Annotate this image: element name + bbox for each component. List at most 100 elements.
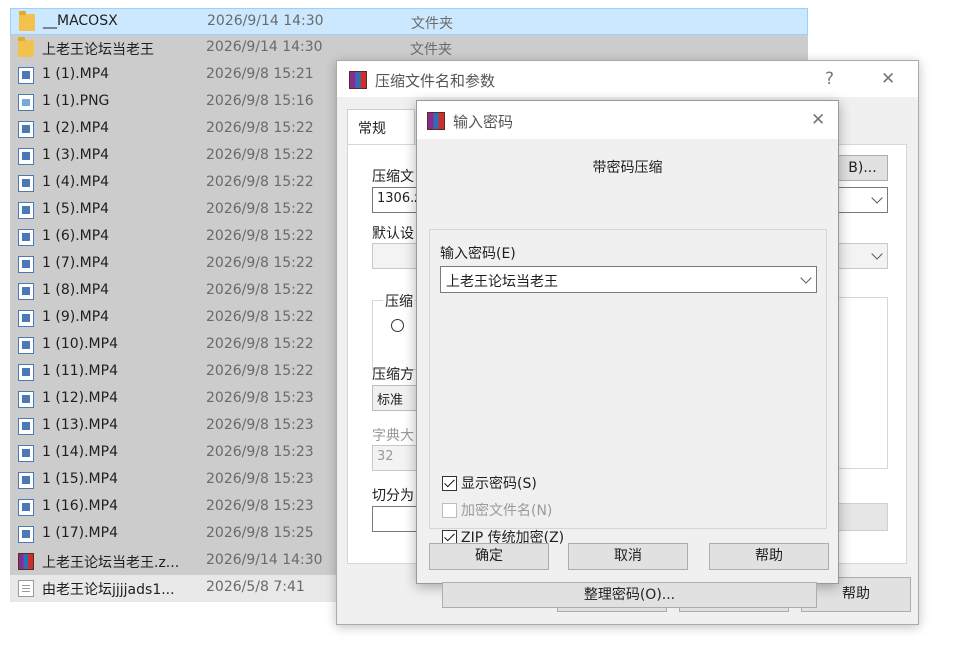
archive-help-label: 帮助 bbox=[842, 586, 870, 602]
password-dialog-titlebar[interactable]: 输入密码 ✕ bbox=[417, 101, 838, 139]
dictionary-size-label: 字典大 bbox=[372, 428, 414, 444]
file-date: 2026/9/8 15:23 bbox=[206, 417, 314, 433]
file-date: 2026/9/8 15:23 bbox=[206, 444, 314, 460]
winrar-archive-icon bbox=[18, 553, 34, 570]
video-file-icon bbox=[18, 67, 34, 84]
file-date: 2026/9/8 15:25 bbox=[206, 525, 314, 541]
organize-passwords-button[interactable]: 整理密码(O)... bbox=[442, 582, 817, 608]
set-password-button[interactable] bbox=[838, 503, 888, 531]
file-date: 2026/9/8 15:22 bbox=[206, 147, 314, 163]
default-settings-label: 默认设 bbox=[372, 226, 414, 242]
tab-general[interactable]: 常规 bbox=[347, 109, 415, 145]
archive-name-dropdown[interactable] bbox=[838, 187, 888, 213]
video-file-icon bbox=[18, 121, 34, 138]
split-volumes-label: 切分为 bbox=[372, 488, 414, 504]
file-name: 1 (7).MP4 bbox=[42, 255, 110, 271]
archive-name-label: 压缩文 bbox=[372, 169, 414, 185]
help-icon[interactable]: ? bbox=[825, 69, 834, 89]
file-date: 2026/9/8 15:21 bbox=[206, 66, 314, 82]
video-file-icon bbox=[18, 202, 34, 219]
file-date: 2026/9/8 15:22 bbox=[206, 336, 314, 352]
winrar-icon bbox=[427, 112, 445, 130]
video-file-icon bbox=[18, 337, 34, 354]
show-password-checkbox[interactable] bbox=[442, 476, 457, 491]
video-file-icon bbox=[18, 175, 34, 192]
password-heading: 带密码压缩 bbox=[592, 160, 663, 176]
video-file-icon bbox=[18, 391, 34, 408]
password-help-label: 帮助 bbox=[755, 548, 783, 564]
file-name: 1 (6).MP4 bbox=[42, 228, 110, 244]
file-date: 2026/5/8 7:41 bbox=[206, 579, 305, 595]
password-help-button[interactable]: 帮助 bbox=[709, 543, 829, 570]
password-cancel-button[interactable]: 取消 bbox=[568, 543, 688, 570]
chevron-down-icon bbox=[871, 192, 883, 204]
show-password-label: 显示密码(S) bbox=[461, 476, 537, 492]
image-file-icon bbox=[18, 94, 34, 111]
video-file-icon bbox=[18, 499, 34, 516]
file-date: 2026/9/8 15:22 bbox=[206, 282, 314, 298]
file-date: 2026/9/14 14:30 bbox=[207, 13, 324, 29]
text-file-icon bbox=[18, 580, 34, 597]
file-date: 2026/9/8 15:22 bbox=[206, 255, 314, 271]
file-name: 1 (9).MP4 bbox=[42, 309, 110, 325]
file-date: 2026/9/14 14:30 bbox=[206, 552, 323, 568]
password-label: 输入密码(E) bbox=[440, 246, 516, 262]
video-file-icon bbox=[18, 364, 34, 381]
password-value: 上老王论坛当老王 bbox=[446, 274, 558, 290]
archive-format-label: 压缩 bbox=[383, 291, 415, 311]
compression-method-value: 标准 bbox=[377, 393, 404, 408]
file-row[interactable]: 上老王论坛当老王 2026/9/14 14:30 文件夹 bbox=[10, 35, 808, 62]
compression-method-label: 压缩方 bbox=[372, 367, 414, 383]
password-ok-button[interactable]: 确定 bbox=[429, 543, 549, 570]
file-name: 1 (16).MP4 bbox=[42, 498, 118, 514]
tab-general-label: 常规 bbox=[358, 121, 386, 137]
winrar-icon bbox=[349, 71, 367, 89]
password-dialog-title: 输入密码 bbox=[453, 113, 514, 131]
file-name: 1 (8).MP4 bbox=[42, 282, 110, 298]
file-date: 2026/9/14 14:30 bbox=[206, 39, 323, 55]
enter-password-dialog: 输入密码 ✕ 带密码压缩 输入密码(E) 上老王论坛当老王 显示密码(S) 加密… bbox=[416, 100, 839, 608]
file-date: 2026/9/8 15:23 bbox=[206, 471, 314, 487]
file-name: 1 (13).MP4 bbox=[42, 417, 118, 433]
video-file-icon bbox=[18, 310, 34, 327]
archive-dialog-titlebar[interactable]: 压缩文件名和参数 ? ✕ bbox=[337, 61, 918, 97]
archive-dialog-title: 压缩文件名和参数 bbox=[375, 72, 496, 90]
folder-icon bbox=[19, 11, 35, 31]
file-name: 由老王论坛jjjjads1... bbox=[42, 582, 175, 598]
encrypt-filenames-checkbox[interactable] bbox=[442, 503, 457, 518]
archive-name-value: 1306.z bbox=[377, 191, 422, 206]
video-file-icon bbox=[18, 283, 34, 300]
password-cancel-label: 取消 bbox=[614, 548, 642, 564]
video-file-icon bbox=[18, 229, 34, 246]
file-date: 2026/9/8 15:23 bbox=[206, 498, 314, 514]
file-type: 文件夹 bbox=[411, 16, 453, 32]
file-name: 1 (10).MP4 bbox=[42, 336, 118, 352]
file-name: 1 (15).MP4 bbox=[42, 471, 118, 487]
format-radio[interactable] bbox=[391, 319, 404, 332]
password-ok-label: 确定 bbox=[475, 548, 503, 564]
video-file-icon bbox=[18, 472, 34, 489]
file-name: 上老王论坛当老王 bbox=[42, 42, 154, 58]
file-name: 1 (11).MP4 bbox=[42, 363, 118, 379]
chevron-down-icon bbox=[800, 272, 812, 284]
password-input[interactable]: 上老王论坛当老王 bbox=[440, 266, 817, 293]
close-icon[interactable]: ✕ bbox=[811, 110, 825, 130]
file-date: 2026/9/8 15:22 bbox=[206, 363, 314, 379]
encrypt-filenames-label: 加密文件名(N) bbox=[461, 503, 553, 519]
video-file-icon bbox=[18, 526, 34, 543]
file-type: 文件夹 bbox=[410, 42, 452, 58]
file-row[interactable]: __MACOSX 2026/9/14 14:30 文件夹 bbox=[10, 8, 808, 35]
browse-button-label: B)... bbox=[848, 160, 877, 176]
organize-passwords-label: 整理密码(O)... bbox=[583, 587, 676, 603]
archiving-options-group bbox=[838, 297, 888, 469]
file-name: 上老王论坛当老王.z... bbox=[42, 555, 180, 571]
file-name: 1 (4).MP4 bbox=[42, 174, 110, 190]
close-icon[interactable]: ✕ bbox=[881, 69, 895, 89]
video-file-icon bbox=[18, 256, 34, 273]
browse-button[interactable]: B)... bbox=[838, 155, 888, 181]
file-date: 2026/9/8 15:16 bbox=[206, 93, 314, 109]
video-file-icon bbox=[18, 445, 34, 462]
file-name: 1 (17).MP4 bbox=[42, 525, 118, 541]
update-mode-dropdown[interactable] bbox=[838, 243, 888, 269]
video-file-icon bbox=[18, 148, 34, 165]
